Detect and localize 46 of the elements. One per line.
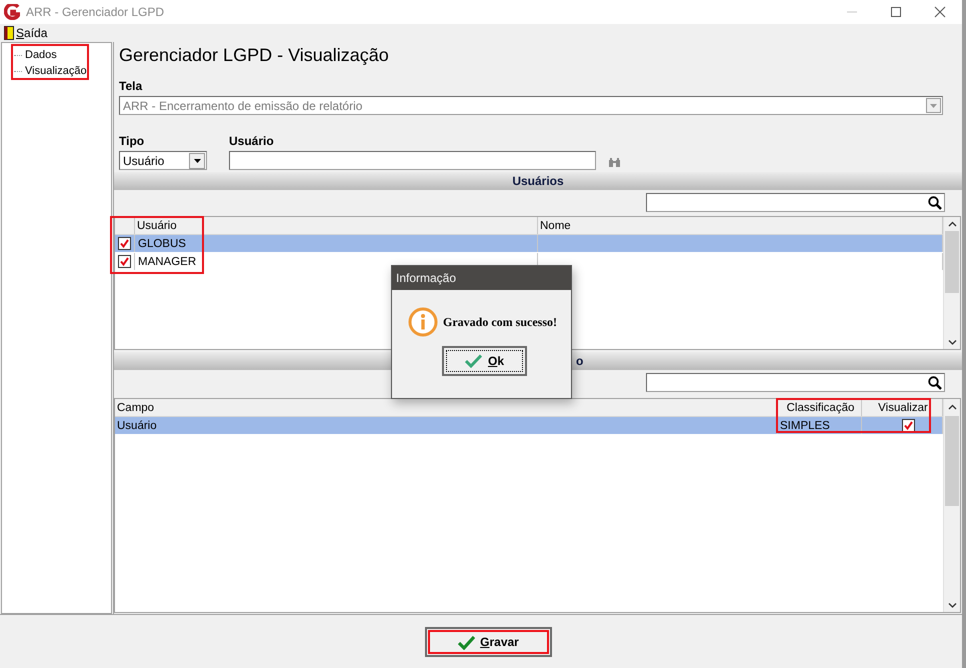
scroll-up-icon [948, 404, 956, 411]
window-title: ARR - Gerenciador LGPD [26, 5, 166, 19]
scrollbar[interactable] [943, 399, 960, 612]
door-icon [4, 26, 14, 40]
binoculars-icon[interactable] [609, 158, 620, 167]
ok-button[interactable]: Ok [442, 346, 527, 376]
table-row[interactable]: Usuário SIMPLES [115, 417, 943, 435]
tree-item[interactable]: Dados [25, 49, 57, 61]
save-button[interactable]: Gravar [425, 627, 552, 657]
search-field[interactable] [646, 193, 945, 212]
scrollbar[interactable] [943, 217, 960, 349]
dropdown-arrow-icon [930, 104, 937, 108]
dialog-title: Informação [396, 271, 456, 285]
close-icon[interactable] [934, 6, 946, 18]
user-field[interactable] [229, 151, 596, 170]
section-title: o [576, 354, 584, 368]
table-cell: GLOBUS [135, 235, 538, 252]
type-dropdown[interactable]: Usuário [119, 151, 207, 170]
table-row[interactable]: GLOBUS [115, 235, 943, 253]
search-field[interactable] [646, 373, 945, 392]
app-logo-icon [4, 4, 20, 20]
column-header[interactable]: Usuário [135, 217, 538, 234]
scroll-down-icon [948, 338, 956, 346]
tree-item[interactable]: Visualização [25, 65, 87, 77]
search-icon [928, 376, 942, 390]
info-icon [408, 307, 438, 337]
field-label: Usuário [229, 134, 275, 148]
field-label: Tela [119, 79, 144, 93]
table-cell: SIMPLES [778, 417, 862, 434]
scroll-up-icon [948, 220, 956, 228]
menu-item[interactable]: Saída [16, 26, 48, 40]
table-cell: Usuário [115, 417, 778, 434]
dropdown-arrow-icon [194, 158, 200, 162]
search-icon [928, 196, 942, 210]
section-title: Usuários [512, 174, 564, 188]
checkbox[interactable] [902, 419, 914, 432]
checkmark-icon [464, 354, 482, 368]
maximize-icon[interactable] [890, 6, 902, 18]
column-header[interactable]: Classificação [778, 399, 862, 416]
checkbox[interactable] [118, 255, 131, 268]
field-label: Tipo [119, 134, 146, 148]
dialog-message: Gravado com sucesso! [443, 314, 557, 330]
checkmark-icon [458, 634, 476, 650]
scroll-down-icon [948, 602, 956, 608]
checkbox[interactable] [118, 237, 131, 250]
page-heading: Gerenciador LGPD - Visualização [119, 45, 390, 65]
